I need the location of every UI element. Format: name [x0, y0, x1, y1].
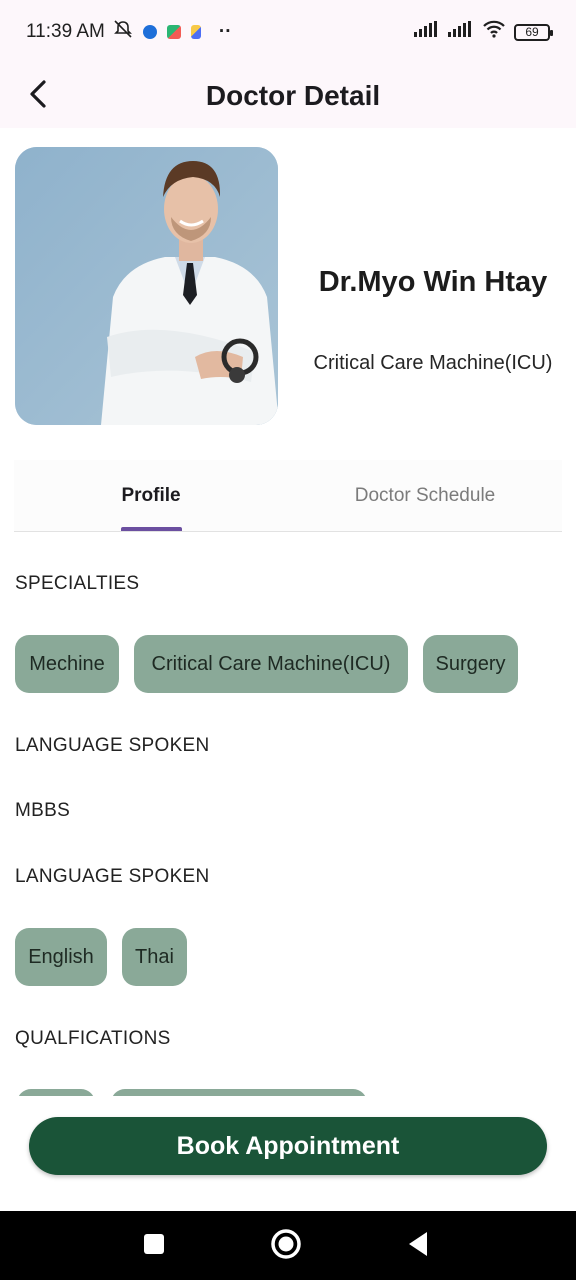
triangle-back-icon [406, 1231, 430, 1262]
tab-profile-label: Profile [121, 485, 181, 506]
doctor-photo [15, 147, 278, 425]
tab-indicator [121, 527, 182, 531]
status-time: 11:39 AM [26, 21, 105, 42]
more-dots: ·· [218, 21, 232, 42]
specialty-chip[interactable]: Critical Care Machine(ICU) [134, 635, 408, 693]
system-nav-bar [0, 1211, 576, 1280]
signal-icon [448, 21, 474, 43]
specialty-chip[interactable]: Mechine [15, 635, 119, 693]
book-appointment-button[interactable]: Book Appointment [29, 1117, 547, 1175]
page-title: Doctor Detail [205, 80, 381, 111]
tab-profile[interactable]: Profile [14, 460, 288, 532]
chevron-left-icon [27, 79, 49, 114]
language-chip[interactable]: English [15, 928, 107, 986]
wifi-icon [482, 20, 506, 44]
battery-level: 69 [525, 25, 539, 39]
recents-button[interactable] [135, 1227, 173, 1265]
specialties-label: SPECIALTIES [15, 573, 140, 594]
signal-icon [414, 21, 440, 43]
system-icons: 69 [414, 20, 553, 44]
notification-icons: ·· [113, 19, 232, 45]
back-nav-button[interactable] [399, 1227, 437, 1265]
qualifications-label: QUALFICATIONS [15, 1028, 171, 1049]
degree-text: MBBS [15, 800, 71, 821]
app-icon [166, 25, 181, 39]
profile-content[interactable]: SPECIALTIES Mechine Critical Care Machin… [15, 532, 565, 1096]
messenger-icon [142, 25, 157, 39]
tab-schedule-label: Doctor Schedule [354, 485, 496, 506]
battery-icon: 69 [514, 23, 553, 41]
language-chip[interactable]: Thai [122, 928, 187, 986]
specialty-chip[interactable]: Surgery [423, 635, 518, 693]
home-button[interactable] [267, 1227, 305, 1265]
bell-off-icon [113, 19, 133, 45]
language-spoken-label: LANGUAGE SPOKEN [15, 735, 210, 756]
app-icon [190, 25, 201, 39]
doctor-specialty: Critical Care Machine(ICU) [313, 352, 553, 374]
status-bar: 11:39 AM ·· 69 [0, 0, 576, 64]
app-bar: Doctor Detail [0, 64, 576, 128]
tab-bar: Profile Doctor Schedule [14, 460, 562, 532]
back-button[interactable] [18, 76, 58, 116]
qualification-chip[interactable] [111, 1089, 367, 1096]
language-spoken-label: LANGUAGE SPOKEN [15, 866, 210, 887]
qualification-chip[interactable] [17, 1089, 95, 1096]
doctor-name: Dr.Myo Win Htay [318, 266, 548, 298]
square-icon [143, 1233, 165, 1260]
tab-doctor-schedule[interactable]: Doctor Schedule [288, 460, 562, 532]
home-circle-icon [270, 1228, 302, 1265]
